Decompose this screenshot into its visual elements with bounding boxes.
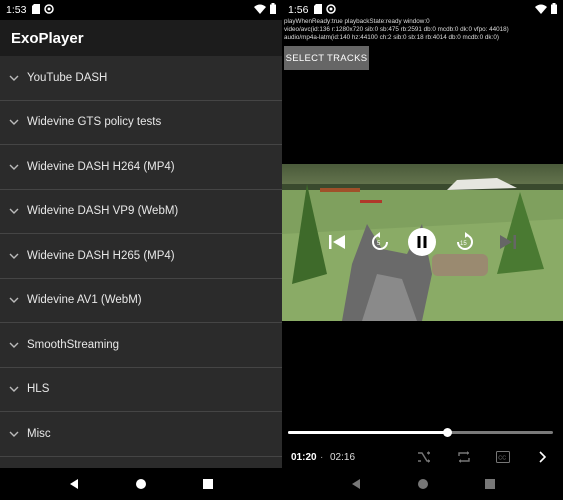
list-item-label: Widevine AV1 (WebM): [27, 294, 142, 307]
app-title: ExoPlayer: [11, 29, 84, 47]
subtitles-icon[interactable]: CC: [495, 449, 511, 465]
app-bar: ExoPlayer: [0, 20, 282, 56]
list-item[interactable]: SmoothStreaming: [0, 323, 282, 368]
exoplayer-sample-chooser: 1:53 ExoPlayer YouTube DASH Widevine GTS…: [0, 0, 282, 500]
navigation-bar-right: [282, 468, 563, 500]
navigation-bar-left: [0, 468, 282, 500]
list-item[interactable]: Widevine DASH VP9 (WebM): [0, 190, 282, 234]
position-label: 01:20: [291, 451, 317, 463]
fast-forward-icon[interactable]: 15: [451, 228, 479, 256]
list-item[interactable]: HLS: [0, 368, 282, 412]
list-item-label: Widevine DASH H264 (MP4): [27, 160, 175, 173]
list-item-label: Widevine DASH VP9 (WebM): [27, 205, 179, 218]
home-icon[interactable]: [131, 474, 151, 494]
status-time: 1:56: [288, 4, 309, 16]
list-item[interactable]: YouTube DASH: [0, 56, 282, 101]
list-item[interactable]: Misc: [0, 412, 282, 457]
debug-line: playWhenReady:true playbackState:ready w…: [284, 18, 430, 25]
duration-label: 02:16: [330, 451, 356, 463]
svg-text:15: 15: [460, 241, 467, 247]
next-icon[interactable]: [494, 228, 522, 256]
list-item[interactable]: Widevine DASH H265 (MP4): [0, 234, 282, 279]
status-time: 1:53: [6, 4, 27, 16]
chevron-down-icon: [0, 208, 27, 215]
list-item-label: Widevine DASH H265 (MP4): [27, 249, 175, 262]
seek-bar[interactable]: [288, 428, 553, 437]
chevron-down-icon: [0, 75, 27, 81]
rewind-icon[interactable]: 5: [366, 228, 394, 256]
debug-info: playWhenReady:true playbackState:ready w…: [284, 18, 561, 42]
status-bar-left: 1:53: [0, 0, 282, 20]
chevron-down-icon: [0, 297, 27, 304]
list-item-label: Misc: [27, 427, 51, 440]
chevron-down-icon: [0, 253, 27, 259]
recents-icon[interactable]: [198, 474, 218, 494]
sync-icon: [326, 3, 337, 17]
back-icon[interactable]: [64, 474, 84, 494]
chevron-down-icon: [0, 119, 27, 126]
seek-bar-progress: [288, 431, 447, 434]
battery-icon: [270, 3, 276, 17]
status-bar-right: 1:56: [282, 0, 563, 20]
previous-icon[interactable]: [323, 228, 351, 256]
list-item-label: SmoothStreaming: [27, 338, 120, 351]
chevron-down-icon: [0, 431, 27, 437]
pause-button[interactable]: [406, 226, 438, 258]
shuffle-icon[interactable]: [416, 449, 432, 465]
seek-bar-thumb[interactable]: [443, 428, 452, 437]
list-item[interactable]: Widevine GTS policy tests: [0, 101, 282, 145]
battery-icon: [551, 3, 557, 17]
svg-text:5: 5: [377, 241, 381, 247]
select-tracks-button[interactable]: SELECT TRACKS: [284, 46, 369, 70]
time-separator: ·: [320, 451, 324, 463]
home-icon[interactable]: [413, 474, 433, 494]
recents-icon[interactable]: [480, 474, 500, 494]
list-item-label: HLS: [27, 383, 50, 396]
back-icon[interactable]: [346, 474, 366, 494]
list-item[interactable]: Widevine DASH H264 (MP4): [0, 145, 282, 190]
debug-line: audio/mp4a-latm(id:140 hz:44100 ch:2 sib…: [284, 34, 499, 41]
bottom-controls: 01:20 · 02:16 CC: [282, 447, 563, 467]
playback-controls: 5 15: [282, 228, 563, 258]
sample-group-list: YouTube DASH Widevine GTS policy tests W…: [0, 56, 282, 457]
sd-card-icon: [314, 3, 323, 17]
svg-text:CC: CC: [498, 455, 506, 461]
sync-icon: [44, 3, 55, 17]
list-item-label: YouTube DASH: [27, 71, 108, 84]
chevron-down-icon: [0, 342, 27, 348]
exoplayer-playback: 1:56 playWhenReady:true playbackState:re…: [282, 0, 563, 500]
chevron-down-icon: [0, 164, 27, 170]
list-item[interactable]: Widevine AV1 (WebM): [0, 279, 282, 323]
chevron-down-icon: [0, 386, 27, 393]
chevron-right-icon[interactable]: [535, 449, 551, 465]
wifi-icon: [535, 4, 547, 17]
list-item-label: Widevine GTS policy tests: [27, 116, 162, 129]
sd-card-icon: [32, 3, 41, 17]
repeat-icon[interactable]: [456, 449, 472, 465]
debug-line: video/avc(id:136 r:1280x720 sib:0 sb:475…: [284, 26, 509, 33]
wifi-icon: [254, 4, 266, 17]
